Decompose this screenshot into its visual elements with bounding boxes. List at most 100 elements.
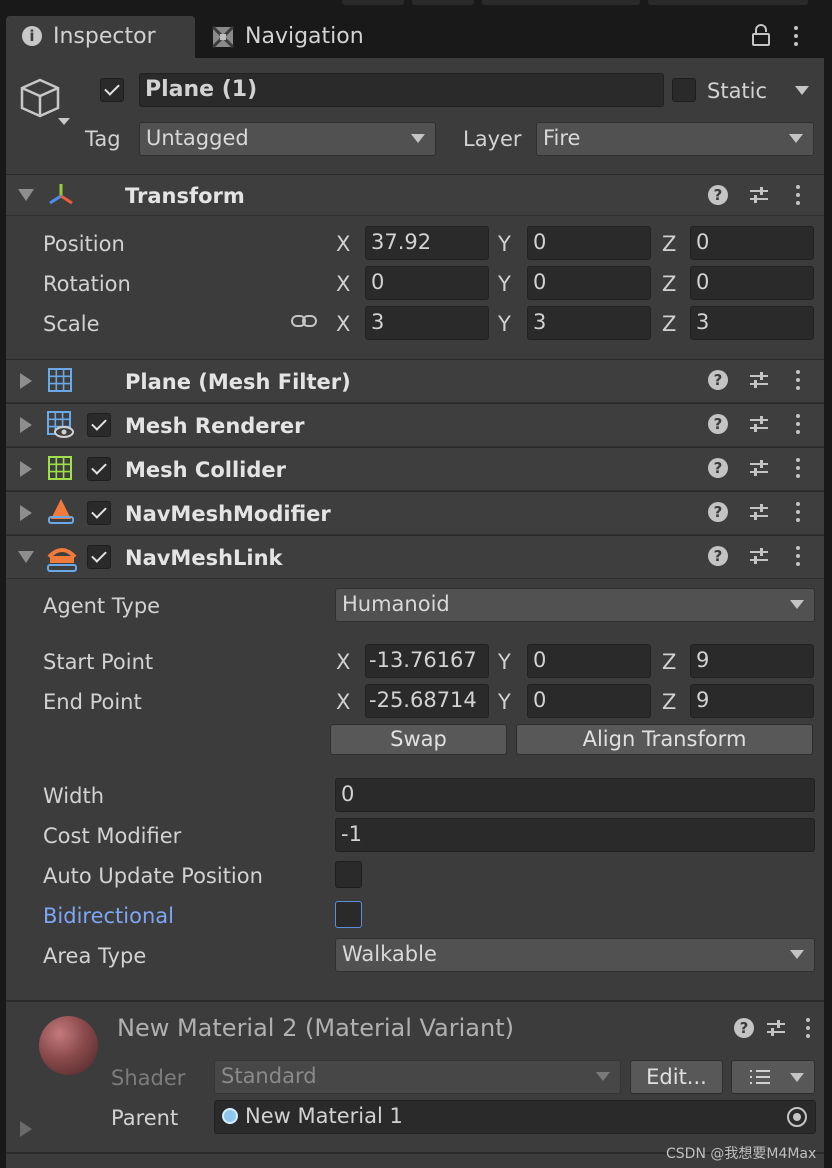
navmesh-modifier-enabled-checkbox[interactable] [87, 501, 111, 525]
static-checkbox[interactable] [672, 78, 696, 102]
foldout-expanded-icon[interactable] [18, 189, 34, 201]
axis-x-label: X [336, 232, 351, 256]
end-x-field[interactable]: -25.68714 [365, 684, 489, 718]
component-menu-icon[interactable] [796, 458, 800, 478]
bidirectional-checkbox[interactable] [335, 901, 362, 928]
component-menu-icon[interactable] [796, 546, 800, 566]
align-transform-button[interactable]: Align Transform [516, 724, 813, 755]
cost-modifier-field[interactable]: -1 [335, 818, 815, 852]
presets-icon[interactable] [765, 1017, 787, 1039]
layer-label: Layer [463, 127, 522, 151]
axis-x-label: X [336, 272, 351, 296]
shader-options-button[interactable] [731, 1060, 815, 1094]
agent-type-dropdown[interactable]: Humanoid [335, 588, 815, 622]
edit-shader-button[interactable]: Edit... [630, 1060, 723, 1094]
link-icon[interactable] [290, 312, 318, 330]
start-y-field[interactable]: 0 [527, 644, 651, 678]
width-field[interactable]: 0 [335, 778, 815, 812]
scale-x-field[interactable]: 3 [365, 306, 489, 340]
parent-field[interactable]: New Material 1 [214, 1100, 816, 1134]
presets-icon[interactable] [748, 457, 770, 479]
navmesh-link-enabled-checkbox[interactable] [87, 545, 111, 569]
auto-update-position-label: Auto Update Position [43, 864, 263, 888]
static-label: Static [707, 79, 768, 103]
component-menu-icon[interactable] [806, 1018, 810, 1038]
position-y-field[interactable]: 0 [527, 226, 651, 260]
presets-icon[interactable] [748, 369, 770, 391]
material-title: New Material 2 (Material Variant) [117, 1014, 514, 1042]
cost-modifier-label: Cost Modifier [43, 824, 182, 848]
presets-icon[interactable] [748, 545, 770, 567]
layer-dropdown[interactable]: Fire [536, 122, 814, 156]
mesh-renderer-enabled-checkbox[interactable] [87, 413, 111, 437]
position-z-field[interactable]: 0 [690, 226, 814, 260]
area-type-value: Walkable [342, 942, 437, 966]
cube-icon [20, 78, 70, 125]
scale-y-field[interactable]: 3 [527, 306, 651, 340]
presets-icon[interactable] [748, 184, 770, 206]
foldout-collapsed-icon[interactable] [20, 461, 32, 477]
chevron-down-icon [790, 600, 804, 609]
presets-icon[interactable] [748, 413, 770, 435]
chevron-down-icon [790, 1073, 804, 1082]
component-menu-icon[interactable] [796, 185, 800, 205]
foldout-expanded-icon[interactable] [18, 551, 34, 563]
parent-label: Parent [111, 1106, 179, 1130]
help-icon[interactable]: ? [708, 546, 728, 566]
help-icon[interactable]: ? [708, 502, 728, 522]
help-icon[interactable]: ? [734, 1018, 754, 1038]
rotation-z-field[interactable]: 0 [690, 266, 814, 300]
rotation-y-field[interactable]: 0 [527, 266, 651, 300]
help-icon[interactable]: ? [708, 458, 728, 478]
foldout-collapsed-icon[interactable] [20, 1121, 32, 1137]
axis-z-label: Z [662, 690, 677, 714]
tag-dropdown[interactable]: Untagged [139, 122, 436, 156]
rotation-x-field[interactable]: 0 [365, 266, 489, 300]
lock-icon[interactable] [751, 24, 771, 46]
toolbar-stub [342, 0, 404, 5]
tag-value: Untagged [146, 126, 249, 150]
end-z-field[interactable]: 9 [690, 684, 814, 718]
tab-inspector[interactable]: i Inspector [6, 16, 195, 58]
shader-dropdown[interactable]: Standard [214, 1060, 621, 1094]
object-name-field[interactable]: Plane (1) [139, 73, 664, 107]
axis-z-label: Z [662, 272, 677, 296]
scale-z-field[interactable]: 3 [690, 306, 814, 340]
foldout-collapsed-icon[interactable] [20, 505, 32, 521]
foldout-collapsed-icon[interactable] [20, 417, 32, 433]
mesh-renderer-title: Mesh Renderer [125, 414, 305, 438]
mesh-filter-title: Plane (Mesh Filter) [125, 370, 351, 394]
bidirectional-label: Bidirectional [43, 904, 174, 928]
help-icon[interactable]: ? [708, 185, 728, 205]
object-picker-icon[interactable] [787, 1107, 807, 1127]
swap-button[interactable]: Swap [330, 724, 507, 755]
presets-icon[interactable] [748, 501, 770, 523]
picker-dot [793, 1113, 801, 1121]
end-y-field[interactable]: 0 [527, 684, 651, 718]
area-type-dropdown[interactable]: Walkable [335, 938, 815, 972]
position-x-field[interactable]: 37.92 [365, 226, 489, 260]
material-dot-icon [222, 1108, 238, 1124]
mesh-collider-enabled-checkbox[interactable] [87, 457, 111, 481]
tab-navigation[interactable]: Navigation [200, 16, 400, 58]
tab-menu-icon[interactable] [794, 26, 798, 46]
navmesh-link-title: NavMeshLink [125, 546, 283, 570]
help-icon[interactable]: ? [708, 414, 728, 434]
static-dropdown-caret[interactable] [795, 86, 809, 95]
rotation-label: Rotation [43, 272, 131, 296]
auto-update-position-checkbox[interactable] [335, 861, 362, 888]
start-z-field[interactable]: 9 [690, 644, 814, 678]
help-icon[interactable]: ? [708, 370, 728, 390]
chevron-down-icon [596, 1072, 610, 1081]
component-menu-icon[interactable] [796, 502, 800, 522]
foldout-collapsed-icon[interactable] [20, 373, 32, 389]
axis-z-label: Z [662, 650, 677, 674]
axis-x-label: X [336, 690, 351, 714]
component-menu-icon[interactable] [796, 414, 800, 434]
mesh-filter-icon [48, 368, 72, 392]
position-label: Position [43, 232, 125, 256]
start-x-field[interactable]: -13.76167 [365, 644, 489, 678]
toolbar-stub [648, 0, 808, 5]
component-menu-icon[interactable] [796, 370, 800, 390]
active-checkbox[interactable] [100, 78, 124, 102]
